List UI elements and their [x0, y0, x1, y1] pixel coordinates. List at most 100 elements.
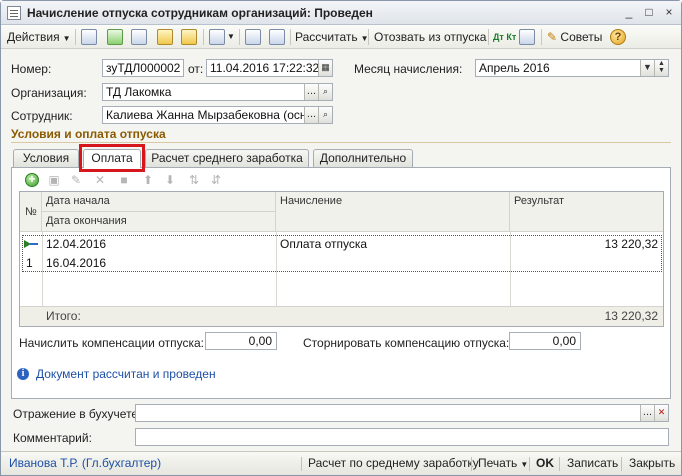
unpost-icon[interactable] — [181, 29, 197, 45]
organization-label: Организация: — [11, 86, 87, 100]
employee-label: Сотрудник: — [11, 109, 73, 123]
stepper-icon[interactable]: ▲ ▼ — [654, 60, 668, 76]
toolbar-separator — [203, 29, 204, 45]
toolbar-separator — [541, 29, 542, 45]
write-and-close-icon[interactable] — [157, 29, 173, 45]
main-toolbar: Действия ▼ ▼ Рассчитать ▼ Отозвать из отпу… — [1, 25, 681, 49]
list-icon[interactable] — [269, 29, 285, 45]
delete-row-icon[interactable]: ✕ — [93, 173, 107, 187]
toolbar-separator — [239, 29, 240, 45]
search-icon[interactable]: ⌕ — [318, 107, 332, 123]
chevron-down-icon[interactable]: ▼ — [640, 60, 654, 76]
copy-icon[interactable] — [81, 29, 97, 45]
print-label: Печать — [478, 456, 518, 470]
total-label: Итого: — [46, 309, 81, 323]
select-button[interactable]: ... — [304, 107, 318, 123]
sort-ascending-icon[interactable]: ⇅ — [187, 173, 201, 187]
refresh-icon[interactable] — [107, 29, 123, 45]
structure-icon[interactable] — [245, 29, 261, 45]
tab-average-salary[interactable]: Расчет среднего заработка — [145, 149, 309, 167]
go-to-icon[interactable] — [209, 29, 225, 45]
comment-label: Комментарий: — [13, 431, 92, 445]
save-button[interactable]: Записать — [567, 456, 618, 470]
bar-separator — [621, 457, 622, 471]
add-row-icon[interactable]: + — [25, 173, 39, 187]
lightbulb-icon: ✎ — [547, 30, 558, 44]
organization-field[interactable]: ТД Лакомка ... ⌕ — [102, 83, 333, 101]
tab-conditions[interactable]: Условия — [13, 149, 79, 167]
title-bar: Начисление отпуска сотрудникам организац… — [1, 1, 681, 25]
column-header-start-date[interactable]: Дата начала — [42, 192, 276, 212]
average-salary-button[interactable]: Расчет по среднему заработку — [308, 456, 479, 470]
calculate-menu[interactable]: Рассчитать ▼ — [295, 28, 369, 46]
bar-separator — [559, 457, 560, 471]
select-button[interactable]: ... — [640, 405, 654, 421]
accounting-label: Отражение в бухучете: — [13, 407, 142, 421]
actions-menu[interactable]: Действия ▼ — [7, 28, 71, 46]
recall-from-vacation-button[interactable]: Отозвать из отпуска — [374, 28, 486, 46]
date-field[interactable]: 11.04.2016 17:22:32 ▦ — [206, 59, 333, 77]
status-message[interactable]: Документ рассчитан и проведен — [36, 367, 216, 381]
report-icon[interactable] — [519, 29, 535, 45]
dt-kt-icon[interactable]: Дт Кт — [493, 28, 516, 46]
current-user-link[interactable]: Иванова Т.Р. (Гл.бухгалтер) — [9, 456, 161, 470]
actions-label: Действия — [7, 30, 60, 44]
move-up-icon[interactable]: ⬆ — [141, 173, 155, 187]
close-button[interactable]: Закрыть — [629, 456, 675, 470]
move-down-icon[interactable]: ⬇ — [163, 173, 177, 187]
comment-field[interactable] — [135, 428, 669, 446]
help-icon[interactable]: ? — [610, 29, 626, 45]
current-row-marker — [30, 243, 38, 245]
row-accrual[interactable]: Оплата отпуска — [280, 235, 367, 253]
chevron-down-icon: ▼ — [520, 460, 529, 469]
print-menu[interactable]: Печать ▼ — [478, 456, 528, 470]
edit-row-icon[interactable]: ✎ — [69, 173, 83, 187]
row-end-date[interactable]: 16.04.2016 — [46, 254, 106, 272]
tab-additional[interactable]: Дополнительно — [313, 149, 413, 167]
section-divider — [11, 142, 671, 143]
grid-total-row: Итого: 13 220,32 — [20, 306, 663, 326]
post-icon[interactable] — [131, 29, 147, 45]
row-start-date[interactable]: 12.04.2016 — [46, 235, 106, 253]
calculate-label: Рассчитать — [295, 30, 358, 44]
search-icon[interactable]: ⌕ — [318, 84, 332, 100]
employee-field[interactable]: Калиева Жанна Мырзабековна (осн.) ... ⌕ — [102, 106, 333, 124]
select-button[interactable]: ... — [304, 84, 318, 100]
total-value: 13 220,32 — [604, 309, 658, 323]
column-header-result[interactable]: Результат — [510, 192, 663, 232]
clear-icon[interactable]: ✕ — [654, 405, 668, 421]
number-field[interactable]: зуТДЛ000002 — [102, 59, 184, 77]
accrue-compensation-label: Начислить компенсации отпуска: — [19, 336, 205, 350]
bar-separator — [529, 457, 530, 471]
info-icon: i — [17, 368, 29, 380]
reverse-compensation-field[interactable]: 0,00 — [509, 332, 581, 350]
copy-row-icon[interactable]: ▣ — [47, 173, 61, 187]
go-to-dropdown-icon[interactable]: ▼ — [227, 28, 235, 46]
end-edit-icon[interactable]: ■ — [117, 173, 131, 187]
toolbar-separator — [488, 29, 489, 45]
payment-grid[interactable]: № Дата начала Дата окончания Начисление … — [19, 191, 664, 327]
month-field[interactable]: Апрель 2016 ▼ ▲ ▼ — [475, 59, 669, 77]
ok-button[interactable]: OK — [536, 456, 554, 470]
toolbar-separator — [368, 29, 369, 45]
minimize-button[interactable]: _ — [621, 5, 637, 21]
document-icon — [7, 6, 21, 20]
accrue-compensation-field[interactable]: 0,00 — [205, 332, 277, 350]
maximize-button[interactable]: □ — [641, 5, 657, 21]
number-label: Номер: — [11, 62, 52, 76]
calendar-icon[interactable]: ▦ — [318, 60, 332, 76]
highlight-frame — [79, 144, 145, 172]
reverse-compensation-label: Сторнировать компенсацию отпуска: — [303, 336, 510, 350]
accounting-field[interactable]: ... ✕ — [135, 404, 669, 422]
row-result[interactable]: 13 220,32 — [514, 235, 658, 253]
column-header-accrual[interactable]: Начисление — [276, 192, 510, 232]
month-value: Апрель 2016 — [479, 61, 550, 75]
tips-button[interactable]: ✎ Советы — [547, 28, 602, 46]
chevron-down-icon: ▼ — [62, 34, 71, 43]
document-window: Начисление отпуска сотрудникам организац… — [0, 0, 682, 476]
column-header-number[interactable]: № — [20, 192, 42, 232]
month-label: Месяц начисления: — [354, 62, 463, 76]
close-window-button[interactable]: × — [661, 5, 677, 21]
column-header-end-date[interactable]: Дата окончания — [42, 212, 276, 232]
sort-descending-icon[interactable]: ⇵ — [209, 173, 223, 187]
